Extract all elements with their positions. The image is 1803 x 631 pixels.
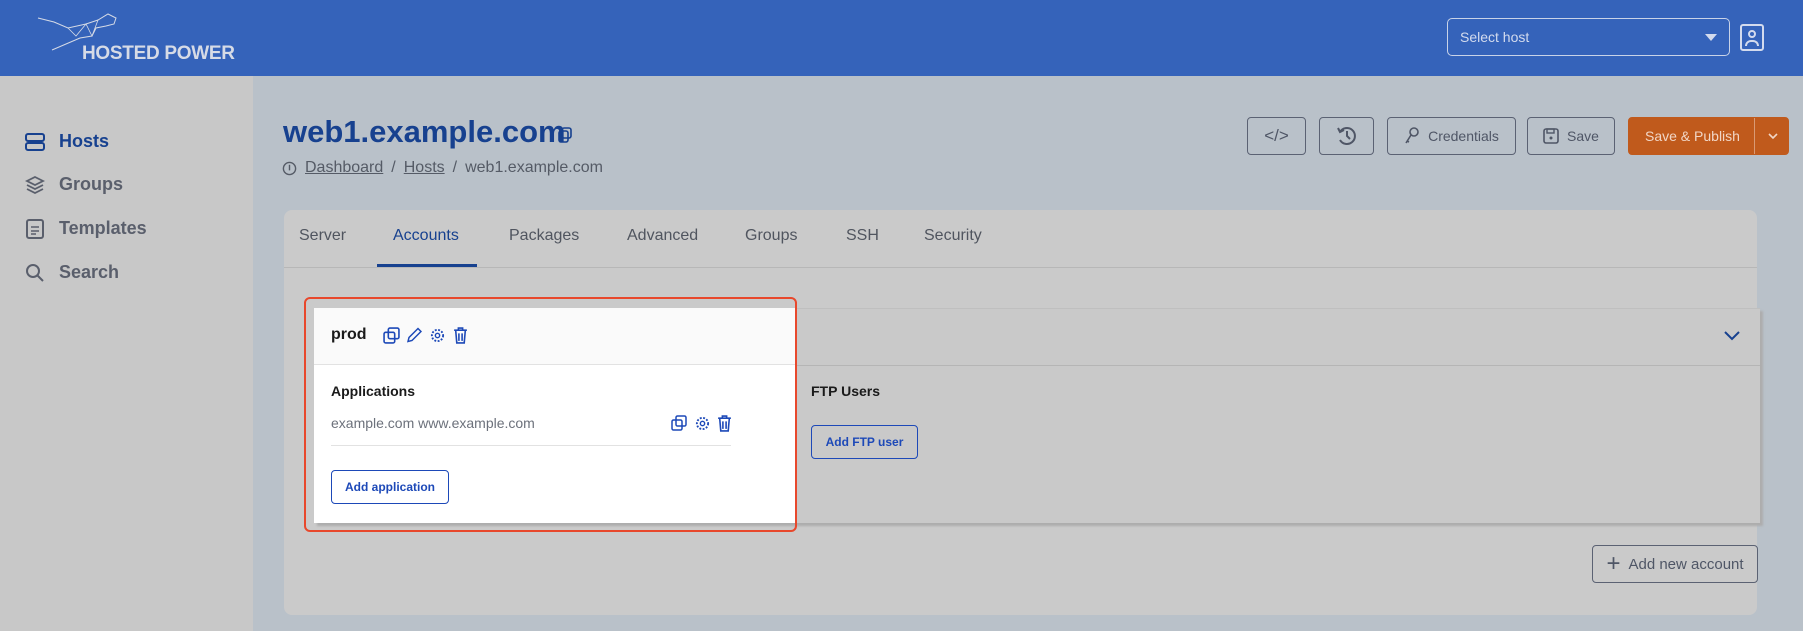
save-publish-button[interactable]: Save & Publish	[1628, 117, 1789, 155]
code-view-button[interactable]: </>	[1247, 117, 1306, 155]
credentials-button[interactable]: Credentials	[1387, 117, 1516, 155]
sidebar-item-search[interactable]: Search	[25, 262, 119, 283]
code-icon: </>	[1264, 126, 1289, 145]
dashboard-icon	[282, 161, 297, 175]
tab-divider	[284, 267, 1757, 268]
breadcrumb-current: web1.example.com	[465, 159, 603, 176]
tab-advanced[interactable]: Advanced	[627, 227, 698, 245]
page-title: web1.example.com	[283, 114, 566, 149]
brand-logo[interactable]: HOSTED POWER	[36, 12, 236, 66]
tab-security[interactable]: Security	[924, 227, 982, 245]
plus-icon: +	[1606, 550, 1621, 577]
document-icon	[26, 218, 44, 239]
sidebar-item-templates[interactable]: Templates	[25, 218, 147, 239]
server-icon	[25, 132, 45, 151]
tab-accounts[interactable]: Accounts	[393, 227, 459, 245]
copy-icon[interactable]	[558, 127, 572, 143]
add-ftp-user-button[interactable]: Add FTP user	[811, 425, 918, 459]
sidebar	[0, 76, 253, 631]
breadcrumb: Dashboard / Hosts / web1.example.com	[282, 159, 603, 177]
sidebar-item-groups[interactable]: Groups	[25, 174, 123, 195]
history-icon	[1336, 127, 1356, 145]
key-icon	[1405, 127, 1419, 144]
tab-groups[interactable]: Groups	[745, 227, 797, 245]
layers-icon	[25, 175, 45, 194]
save-button[interactable]: Save	[1527, 117, 1615, 155]
sidebar-item-hosts[interactable]: Hosts	[25, 131, 109, 152]
add-new-account-button[interactable]: + Add new account	[1592, 545, 1758, 583]
active-tab-indicator	[377, 264, 477, 267]
collapse-chevron-icon[interactable]	[1723, 330, 1741, 342]
ftp-users-label: FTP Users	[811, 383, 880, 399]
tab-packages[interactable]: Packages	[509, 227, 579, 245]
history-button[interactable]	[1319, 117, 1374, 155]
highlight-box	[304, 297, 797, 532]
breadcrumb-dashboard[interactable]: Dashboard	[305, 159, 383, 177]
search-icon	[26, 263, 44, 282]
tab-server[interactable]: Server	[299, 227, 346, 245]
publish-options-chevron-icon[interactable]	[1754, 118, 1790, 154]
tab-ssh[interactable]: SSH	[846, 227, 879, 245]
breadcrumb-hosts[interactable]: Hosts	[404, 159, 445, 177]
floppy-disk-icon	[1543, 128, 1559, 144]
caret-down-icon	[1705, 34, 1717, 41]
select-host-dropdown[interactable]: Select host	[1447, 18, 1730, 56]
user-profile-icon[interactable]	[1740, 24, 1764, 51]
